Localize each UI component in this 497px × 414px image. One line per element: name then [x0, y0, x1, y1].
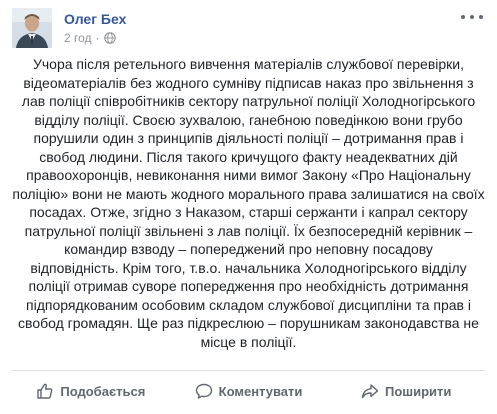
post-meta: Олег Бех 2 год · [64, 8, 126, 50]
post-timestamp[interactable]: 2 год [64, 30, 92, 46]
facebook-post: Олег Бех 2 год · Учора після ретельного … [0, 0, 497, 414]
share-button[interactable]: Поширити [327, 374, 485, 408]
globe-icon[interactable] [103, 32, 116, 44]
share-icon [361, 384, 379, 399]
comment-icon [195, 383, 212, 399]
post-header: Олег Бех 2 год · [12, 8, 126, 50]
author-avatar[interactable] [12, 8, 52, 48]
like-label: Подобається [60, 383, 146, 399]
share-label: Поширити [384, 383, 452, 399]
thumbs-up-icon [37, 383, 53, 399]
like-button[interactable]: Подобається [12, 374, 170, 408]
actions-divider [12, 370, 485, 371]
comment-button[interactable]: Коментувати [170, 374, 328, 408]
post-actions-bar: Подобається Коментувати Поширити [12, 374, 485, 408]
timestamp-row: 2 год · [64, 30, 126, 46]
separator-dot: · [95, 31, 100, 45]
comment-label: Коментувати [218, 383, 303, 399]
author-name[interactable]: Олег Бех [64, 10, 126, 28]
post-body-text: Учора після ретельного вивчення матеріал… [12, 56, 485, 350]
ellipsis-icon[interactable] [461, 10, 483, 24]
